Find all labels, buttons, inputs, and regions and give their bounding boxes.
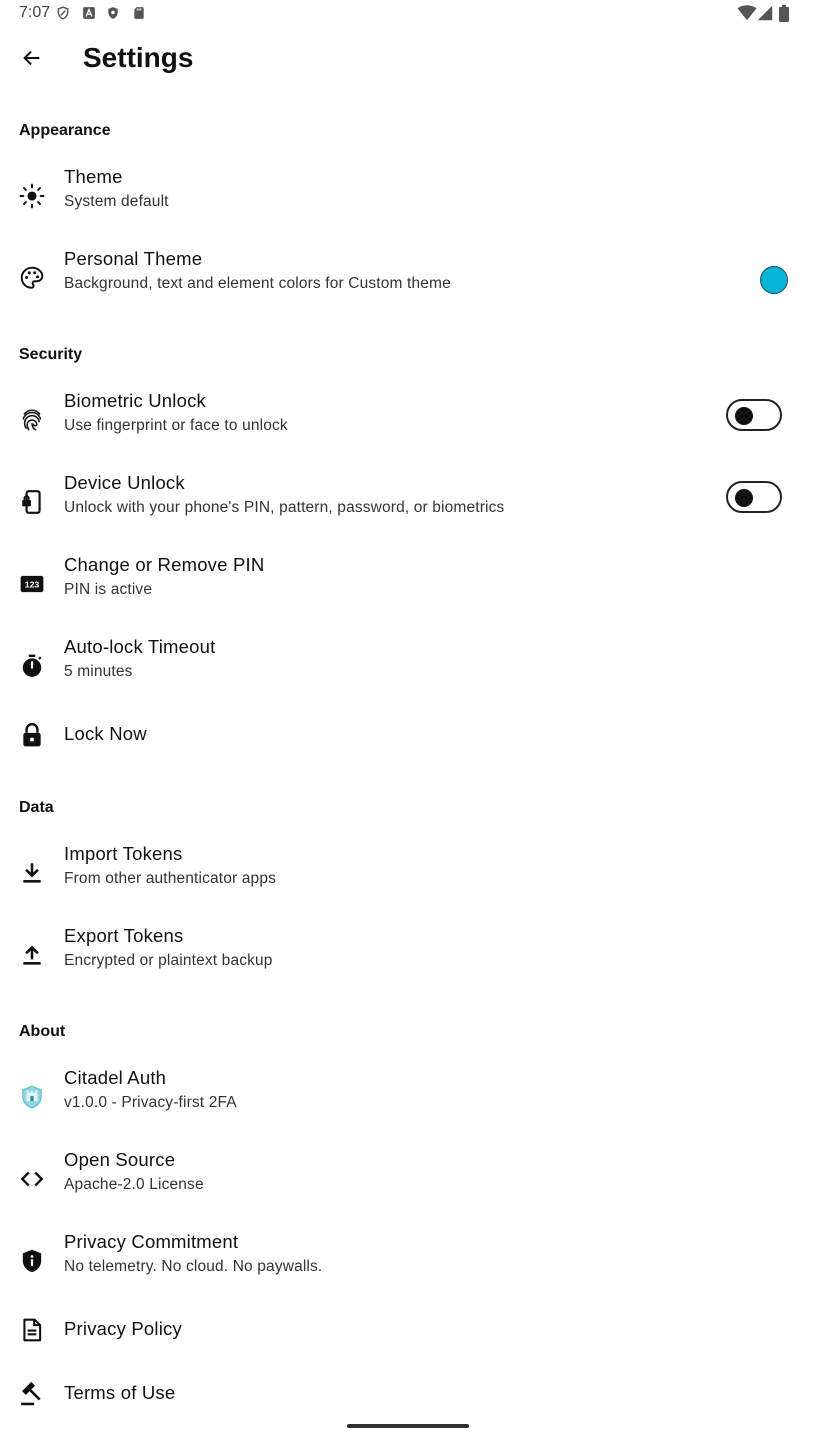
gesture-navigation-bar[interactable] [347,1424,469,1428]
autolock-title: Auto-lock Timeout [64,636,216,657]
settings-item-privacy-commitment[interactable]: Privacy Commitment No telemetry. No clou… [0,1223,817,1299]
status-bar: 7:07 [0,0,817,28]
cellular-signal-icon [757,5,773,26]
timer-icon [19,653,45,679]
autolock-value: 5 minutes [64,663,133,680]
shield-outline-icon [56,6,70,20]
biometric-unlock-title: Biometric Unlock [64,390,206,411]
pin-123-icon: 123 [19,571,45,597]
terms-of-use-title: Terms of Use [64,1382,176,1403]
settings-item-app-info[interactable]: Citadel Auth v1.0.0 - Privacy-first 2FA [0,1059,817,1135]
settings-item-open-source[interactable]: Open Source Apache-2.0 License [0,1141,817,1217]
section-header-security: Security [19,346,83,363]
toggle-knob [735,489,753,507]
download-icon [19,860,45,886]
personal-theme-title: Personal Theme [64,248,203,269]
app-name: Citadel Auth [64,1067,167,1088]
privacy-commitment-title: Privacy Commitment [64,1231,239,1252]
document-icon [19,1317,45,1343]
upload-icon [19,942,45,968]
license: Apache-2.0 License [64,1176,204,1193]
privacy-policy-title: Privacy Policy [64,1318,182,1339]
lock-icon [19,722,45,748]
top-app-bar: Settings [0,30,817,90]
section-header-data: Data [19,799,54,816]
section-header-appearance: Appearance [19,122,111,139]
privacy-commitment-description: No telemetry. No cloud. No paywalls. [64,1258,323,1275]
toggle-knob [735,407,753,425]
gavel-icon [19,1381,45,1407]
settings-item-change-pin[interactable]: 123 Change or Remove PIN PIN is active [0,546,817,622]
settings-item-import-tokens[interactable]: Import Tokens From other authenticator a… [0,835,817,911]
export-tokens-description: Encrypted or plaintext backup [64,952,273,969]
change-pin-title: Change or Remove PIN [64,554,265,575]
theme-value: System default [64,193,169,210]
theme-title: Theme [64,166,123,187]
theme-color-swatch[interactable] [760,266,788,294]
code-icon [19,1166,45,1192]
palette-icon [19,265,45,291]
settings-item-privacy-policy[interactable]: Privacy Policy [0,1306,817,1356]
settings-item-theme[interactable]: Theme System default [0,158,817,234]
back-button[interactable] [14,42,50,78]
pin-icon-text: 123 [25,580,40,590]
page-title: Settings [83,42,194,73]
biometric-unlock-description: Use fingerprint or face to unlock [64,417,288,434]
section-header-about: About [19,1023,66,1040]
sd-card-icon [132,6,146,20]
settings-item-terms-of-use[interactable]: Terms of Use [0,1370,817,1420]
battery-icon [779,5,789,27]
settings-item-biometric-unlock[interactable]: Biometric Unlock Use fingerprint or face… [0,382,817,458]
font-a-icon [82,6,96,20]
arrow-back-icon [21,47,43,74]
shield-info-icon [19,1248,45,1274]
settings-item-autolock-timeout[interactable]: Auto-lock Timeout 5 minutes [0,628,817,704]
fingerprint-icon [19,407,45,433]
phone-lock-icon [19,489,45,515]
settings-item-export-tokens[interactable]: Export Tokens Encrypted or plaintext bac… [0,917,817,993]
settings-item-lock-now[interactable]: Lock Now [0,711,817,761]
pin-status: PIN is active [64,581,153,598]
wifi-icon [737,5,757,26]
lock-now-title: Lock Now [64,723,147,744]
device-unlock-title: Device Unlock [64,472,185,493]
device-unlock-description: Unlock with your phone's PIN, pattern, p… [64,499,505,516]
biometric-unlock-toggle[interactable] [726,399,782,431]
import-tokens-description: From other authenticator apps [64,870,276,887]
device-unlock-toggle[interactable] [726,481,782,513]
personal-theme-description: Background, text and element colors for … [64,275,451,292]
app-version: v1.0.0 - Privacy-first 2FA [64,1094,237,1111]
open-source-title: Open Source [64,1149,176,1170]
export-tokens-title: Export Tokens [64,925,184,946]
import-tokens-title: Import Tokens [64,843,183,864]
citadel-logo-icon [19,1084,45,1110]
sun-icon [19,183,45,209]
shield-filled-icon [106,6,120,20]
status-time: 7:07 [19,4,51,21]
settings-item-device-unlock[interactable]: Device Unlock Unlock with your phone's P… [0,464,817,540]
settings-item-personal-theme[interactable]: Personal Theme Background, text and elem… [0,240,817,316]
